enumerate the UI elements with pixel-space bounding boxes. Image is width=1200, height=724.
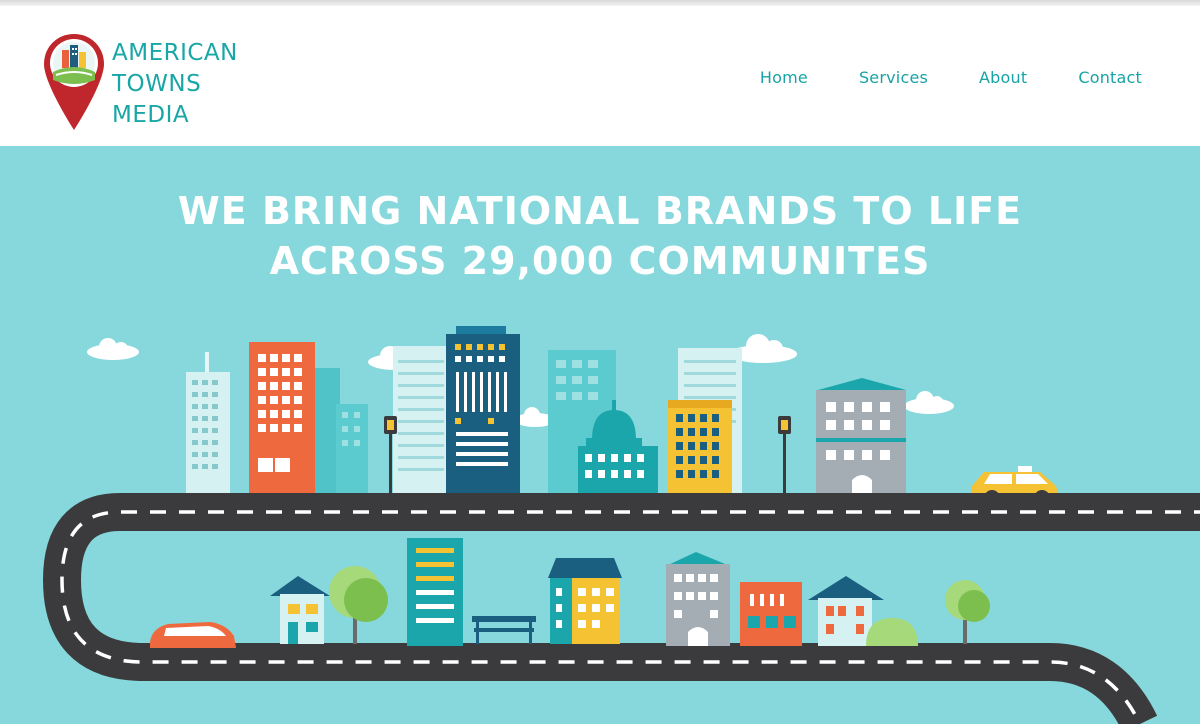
building-grey bbox=[816, 378, 906, 494]
brand-name-line-1: AMERICAN bbox=[112, 40, 238, 66]
bush-icon bbox=[866, 618, 918, 646]
main-nav: Home Services About Contact bbox=[709, 68, 1142, 87]
road bbox=[42, 493, 1200, 724]
nav-about-link[interactable]: About bbox=[979, 68, 1027, 87]
building-navy-gabled bbox=[548, 558, 622, 644]
building-teal-lower bbox=[407, 538, 463, 646]
building-orange-lower bbox=[740, 582, 802, 646]
nav-contact-link[interactable]: Contact bbox=[1078, 68, 1142, 87]
hero-headline-line-2: ACROSS 29,000 COMMUNITES bbox=[269, 239, 931, 283]
brand-name: AMERICAN TOWNS MEDIA bbox=[112, 38, 238, 131]
nav-services-link[interactable]: Services bbox=[859, 68, 928, 87]
building-yellow bbox=[668, 400, 732, 494]
nav-home-link[interactable]: Home bbox=[760, 68, 808, 87]
brand-logo-link[interactable]: AMERICAN TOWNS MEDIA bbox=[42, 32, 282, 142]
map-pin-city-icon bbox=[44, 34, 104, 130]
building-orange bbox=[249, 342, 315, 494]
building-teal-small bbox=[336, 404, 368, 494]
building-grey-lower bbox=[666, 552, 730, 646]
building-navy-tower bbox=[446, 326, 520, 494]
building-pale-striped bbox=[393, 346, 449, 494]
hero-headline-line-1: WE BRING NATIONAL BRANDS TO LIFE bbox=[177, 189, 1023, 233]
bench-icon bbox=[472, 616, 536, 644]
building-pale-tall bbox=[186, 352, 230, 494]
cloud-icon bbox=[87, 338, 139, 360]
brand-name-line-3: MEDIA bbox=[112, 102, 190, 128]
hero-banner: WE BRING NATIONAL BRANDS TO LIFE ACROSS … bbox=[0, 146, 1200, 724]
orange-car-icon bbox=[150, 622, 236, 648]
street-lamp-icon bbox=[778, 416, 791, 494]
tree-icon bbox=[329, 566, 388, 644]
hero-headline: WE BRING NATIONAL BRANDS TO LIFE ACROSS … bbox=[0, 186, 1200, 286]
tree-icon bbox=[945, 580, 990, 644]
site-header: AMERICAN TOWNS MEDIA Home Services About… bbox=[0, 6, 1200, 146]
house-left bbox=[270, 576, 330, 644]
cloud-icon bbox=[904, 391, 954, 414]
brand-name-line-2: TOWNS bbox=[112, 71, 202, 97]
